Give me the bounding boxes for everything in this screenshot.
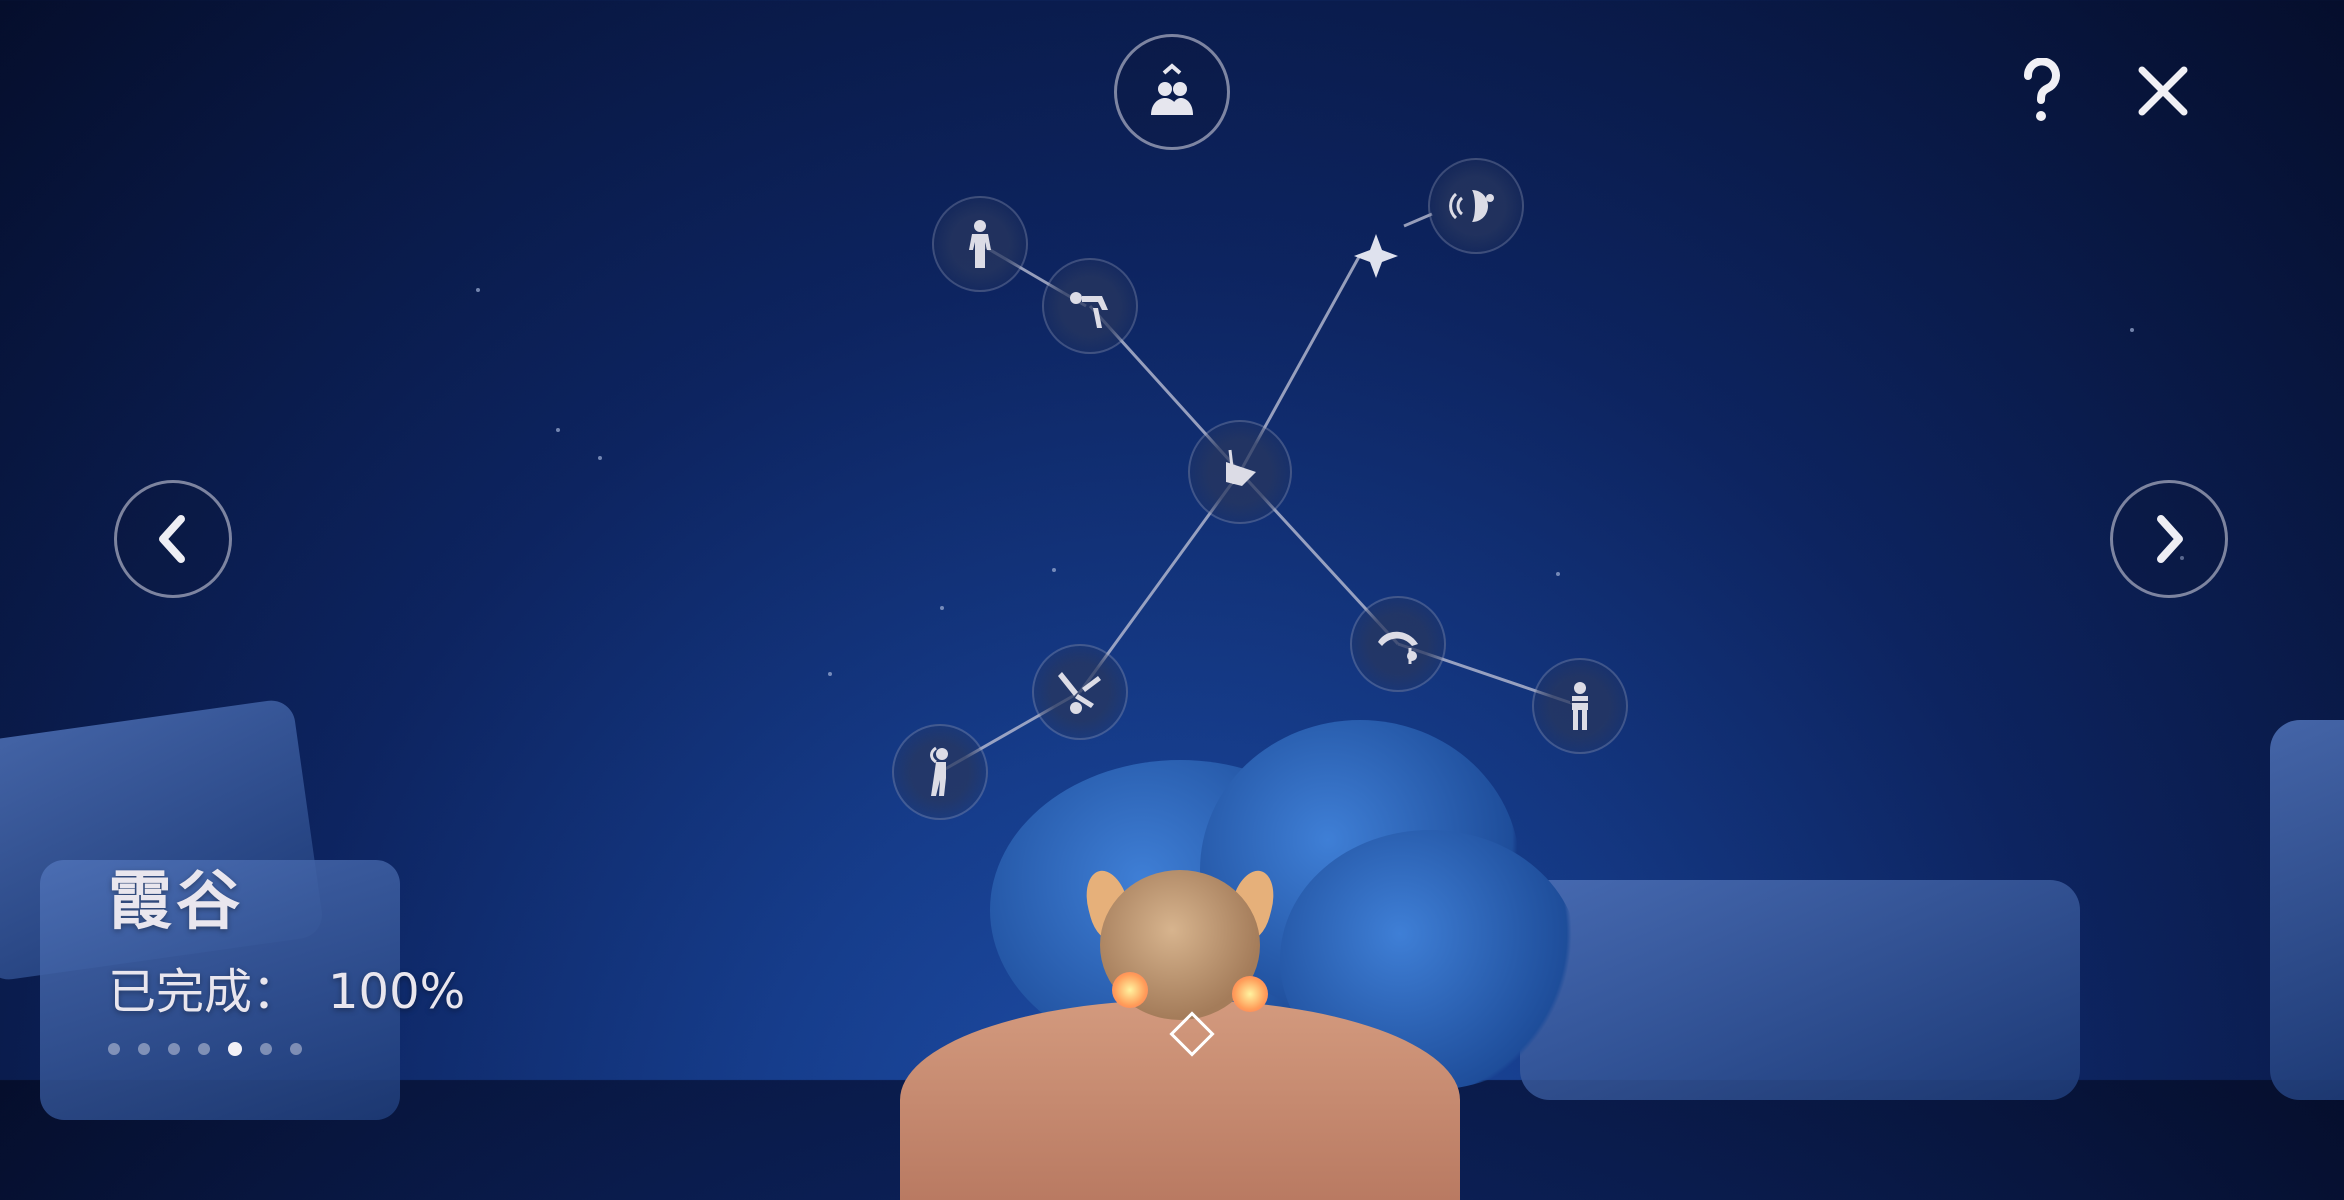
constellation-node-backflip[interactable]	[1350, 596, 1446, 692]
constellation-node-stretch[interactable]	[892, 724, 988, 820]
cartwheel-person-icon	[1058, 672, 1101, 714]
chevron-right-icon	[2157, 515, 2183, 563]
star	[556, 428, 560, 432]
chevron-left-icon	[159, 515, 185, 563]
arms-crossed-person-icon	[1570, 682, 1590, 730]
friends-button[interactable]	[1114, 34, 1230, 150]
backflip-person-icon	[1378, 631, 1418, 664]
star	[598, 456, 602, 460]
star	[828, 672, 832, 676]
constellation-node-cartwheel[interactable]	[1032, 644, 1128, 740]
standing-person-icon	[969, 220, 991, 268]
page-dot-active	[228, 1042, 242, 1056]
realm-progress: 已完成： 100%	[108, 952, 465, 1022]
progress-value: 100%	[328, 964, 466, 1020]
question-icon	[2024, 58, 2060, 121]
page-indicator	[108, 1042, 465, 1056]
constellation-node-cheer[interactable]	[1428, 158, 1524, 254]
rock	[2270, 720, 2344, 1100]
star	[476, 288, 480, 292]
stretching-person-icon	[930, 746, 948, 796]
progress-label: 已完成：	[108, 964, 301, 1020]
cheering-person-icon	[1449, 190, 1494, 222]
star	[1052, 568, 1056, 572]
help-button[interactable]	[2012, 56, 2072, 126]
next-realm-button[interactable]	[2110, 480, 2228, 598]
page-dot	[168, 1043, 180, 1055]
page-dot	[138, 1043, 150, 1055]
page-dot	[290, 1043, 302, 1055]
star	[2130, 328, 2134, 332]
constellation-node-arms-crossed[interactable]	[1532, 658, 1628, 754]
constellation-node-center[interactable]	[1188, 420, 1292, 524]
hair-flower	[1232, 976, 1268, 1012]
realm-name: 霞谷	[108, 865, 244, 939]
page-dot	[260, 1043, 272, 1055]
page-dot	[198, 1043, 210, 1055]
page-dot	[108, 1043, 120, 1055]
star	[940, 606, 944, 610]
bowing-person-icon	[1070, 292, 1108, 328]
close-button[interactable]	[2130, 58, 2196, 124]
close-icon	[2138, 66, 2188, 116]
rock	[1520, 880, 2080, 1100]
realm-info: 霞谷 已完成： 100%	[108, 850, 465, 1056]
hair-flower	[1112, 972, 1148, 1008]
previous-realm-button[interactable]	[114, 480, 232, 598]
friends-icon	[1151, 63, 1193, 115]
shield-sled-icon	[1226, 449, 1256, 486]
star	[1556, 572, 1560, 576]
constellation-node-standing[interactable]	[932, 196, 1028, 292]
constellation-node-bow[interactable]	[1042, 258, 1138, 354]
